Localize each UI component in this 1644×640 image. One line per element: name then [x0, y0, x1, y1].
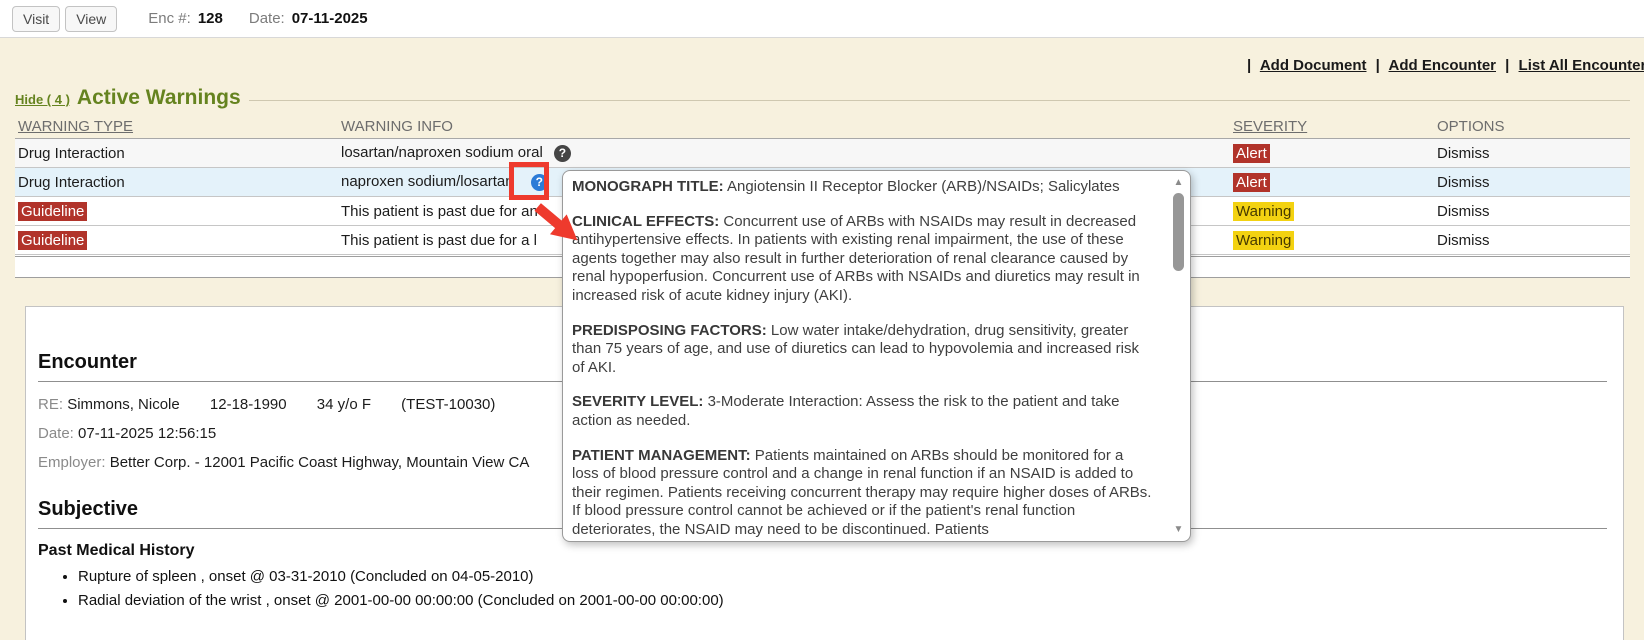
severity-badge: Alert	[1233, 173, 1270, 192]
help-icon[interactable]: ?	[554, 145, 571, 162]
date-value: 07-11-2025 12:56:15	[78, 425, 216, 442]
dismiss-link[interactable]: Dismiss	[1437, 145, 1490, 162]
column-warning-type[interactable]: WARNING TYPE	[15, 118, 338, 135]
clinical-effects-section: CLINICAL EFFECTS: Concurrent use of ARBs…	[572, 213, 1154, 306]
date-label: Date:	[38, 425, 74, 442]
severity-badge: Alert	[1233, 144, 1270, 163]
monograph-title-section: MONOGRAPH TITLE: Angiotensin II Receptor…	[572, 178, 1154, 197]
warning-info: losartan/naproxen sodium oral	[341, 144, 543, 161]
view-button[interactable]: View	[65, 6, 117, 32]
encounter-number-label: Enc #:	[148, 10, 191, 27]
scroll-down-icon[interactable]: ▼	[1171, 524, 1186, 536]
predisposing-factors-section: PREDISPOSING FACTORS: Low water intake/d…	[572, 322, 1154, 378]
hide-warnings-link[interactable]: Hide ( 4 )	[15, 92, 70, 107]
patient-age-sex: 34 y/o F	[317, 396, 371, 413]
warning-info: naproxen sodium/losartan	[341, 173, 514, 190]
guideline-badge: Guideline	[18, 231, 87, 250]
encounter-date-value: 07-11-2025	[292, 10, 368, 27]
active-warnings-header: Hide ( 4 ) Active Warnings	[15, 86, 1630, 110]
column-severity[interactable]: SEVERITY	[1230, 118, 1434, 135]
re-label: RE:	[38, 396, 63, 413]
link-separator: |	[1376, 57, 1380, 74]
patient-management-section: PATIENT MANAGEMENT: Patients maintained …	[572, 447, 1154, 540]
add-document-link[interactable]: Add Document	[1260, 57, 1367, 74]
scroll-up-icon[interactable]: ▲	[1171, 177, 1186, 189]
dismiss-link[interactable]: Dismiss	[1437, 174, 1490, 191]
warning-type: Drug Interaction	[15, 145, 338, 162]
top-toolbar: Visit View Enc #: 128 Date: 07-11-2025	[0, 0, 1644, 38]
encounter-number-value: 128	[198, 10, 223, 27]
scrollbar-thumb[interactable]	[1173, 193, 1184, 271]
guideline-badge: Guideline	[18, 202, 87, 221]
encounter-date-label: Date:	[249, 10, 285, 27]
severity-badge: Warning	[1233, 231, 1294, 250]
column-options: OPTIONS	[1434, 118, 1630, 135]
patient-id: (TEST-10030)	[401, 396, 495, 413]
severity-badge: Warning	[1233, 202, 1294, 221]
dismiss-link[interactable]: Dismiss	[1437, 232, 1490, 249]
list-item: Rupture of spleen , onset @ 03-31-2010 (…	[78, 568, 1607, 585]
drug-monograph-popup: MONOGRAPH TITLE: Angiotensin II Receptor…	[562, 170, 1191, 542]
header-links: | Add Document | Add Encounter | List Al…	[1242, 57, 1644, 74]
warning-row-drug-interaction-1: Drug Interaction losartan/naproxen sodiu…	[15, 139, 1630, 168]
list-item: Radial deviation of the wrist , onset @ …	[78, 592, 1607, 609]
active-warnings-title: Active Warnings	[77, 86, 241, 110]
visit-button[interactable]: Visit	[12, 6, 60, 32]
link-separator: |	[1505, 57, 1509, 74]
warnings-table-header: WARNING TYPE WARNING INFO SEVERITY OPTIO…	[15, 114, 1630, 139]
employer-value: Better Corp. - 12001 Pacific Coast Highw…	[110, 454, 530, 471]
column-warning-info: WARNING INFO	[338, 118, 1230, 135]
list-all-encounters-link[interactable]: List All Encounters	[1519, 57, 1644, 74]
link-separator: |	[1247, 57, 1251, 74]
past-medical-history-list: Rupture of spleen , onset @ 03-31-2010 (…	[38, 568, 1607, 609]
add-encounter-link[interactable]: Add Encounter	[1389, 57, 1497, 74]
dismiss-link[interactable]: Dismiss	[1437, 203, 1490, 220]
patient-dob: 12-18-1990	[210, 396, 287, 413]
severity-level-section: SEVERITY LEVEL: 3-Moderate Interaction: …	[572, 393, 1154, 430]
popup-scrollbar[interactable]: ▲ ▼	[1171, 177, 1186, 536]
employer-label: Employer:	[38, 454, 106, 471]
annotation-highlight-box	[509, 162, 549, 200]
title-rule-divider	[249, 100, 1630, 101]
patient-name: Simmons, Nicole	[67, 396, 180, 413]
past-medical-history-title: Past Medical History	[38, 542, 1607, 560]
warning-type: Drug Interaction	[15, 174, 338, 191]
